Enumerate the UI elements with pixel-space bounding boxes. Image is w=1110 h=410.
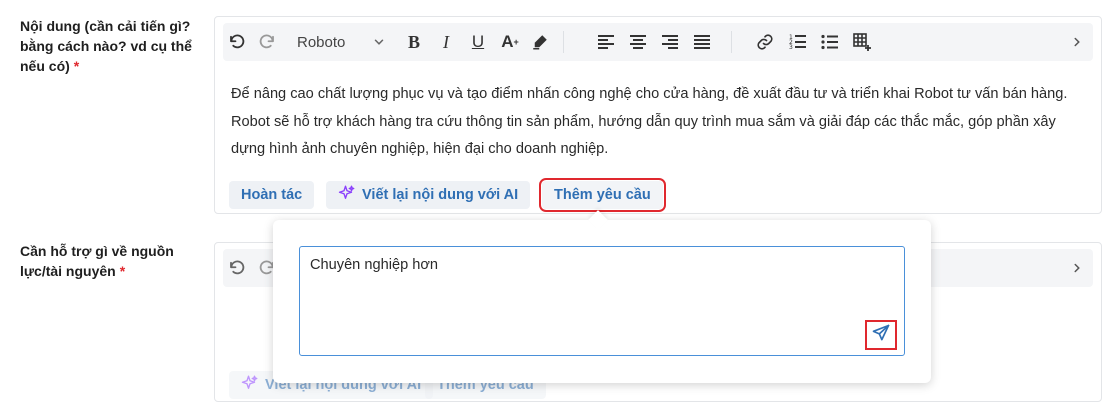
content-label-text: Nội dung (cần cải tiến gì? bằng cách nào… [20, 18, 192, 74]
sparkle-icon [241, 374, 259, 396]
required-mark: * [73, 58, 80, 74]
font-family-select[interactable]: Roboto [297, 23, 357, 61]
send-button[interactable] [865, 320, 897, 350]
resource-label-text: Cần hỗ trợ gì về nguồn lực/tài nguyên [20, 243, 174, 279]
add-request-popup: Chuyên nghiệp hơn [273, 210, 931, 383]
align-left-icon[interactable] [595, 23, 617, 61]
toolbar-divider [563, 31, 564, 53]
undo-icon[interactable] [225, 249, 249, 287]
font-family-value: Roboto [297, 33, 346, 51]
bullet-list-icon[interactable] [819, 23, 841, 61]
chevron-right-icon[interactable] [1067, 249, 1087, 287]
undo-button-label: Hoàn tác [241, 187, 303, 203]
undo-icon[interactable] [225, 23, 249, 61]
required-mark: * [119, 263, 126, 279]
add-request-label: Thêm yêu cầu [554, 187, 651, 203]
align-center-icon[interactable] [627, 23, 649, 61]
chevron-right-icon[interactable] [1067, 23, 1087, 61]
resource-field-label: Cần hỗ trợ gì về nguồn lực/tài nguyên * [20, 241, 190, 281]
bold-icon[interactable]: B [403, 23, 425, 61]
rewrite-ai-label: Viết lại nội dung với AI [362, 187, 519, 203]
content-editor: Roboto B I U A + 123 Để nâng cao chất lư… [214, 16, 1102, 214]
sparkle-icon [338, 184, 356, 206]
svg-text:3: 3 [789, 44, 793, 51]
table-icon[interactable] [851, 23, 873, 61]
content-field-label: Nội dung (cần cải tiến gì? bằng cách nào… [20, 16, 195, 76]
underline-icon[interactable]: U [467, 23, 489, 61]
send-icon [871, 323, 891, 348]
ordered-list-icon[interactable]: 123 [787, 23, 809, 61]
rewrite-ai-button[interactable]: Viết lại nội dung với AI [326, 181, 531, 209]
request-input-value: Chuyên nghiệp hơn [310, 257, 439, 273]
align-justify-icon[interactable] [691, 23, 713, 61]
editor-toolbar: Roboto B I U A + 123 [223, 23, 1093, 61]
text-size-icon[interactable]: A + [497, 23, 523, 61]
toolbar-divider [731, 31, 732, 53]
redo-icon[interactable] [255, 23, 279, 61]
add-request-button[interactable]: Thêm yêu cầu [539, 178, 666, 212]
chevron-down-icon[interactable] [369, 23, 389, 61]
request-input[interactable]: Chuyên nghiệp hơn [299, 246, 905, 356]
undo-button[interactable]: Hoàn tác [229, 181, 315, 209]
editor-content[interactable]: Để nâng cao chất lượng phục vụ và tạo đi… [231, 81, 1085, 164]
align-right-icon[interactable] [659, 23, 681, 61]
highlighter-icon[interactable] [529, 23, 551, 61]
link-icon[interactable] [753, 23, 777, 61]
italic-icon[interactable]: I [435, 23, 457, 61]
